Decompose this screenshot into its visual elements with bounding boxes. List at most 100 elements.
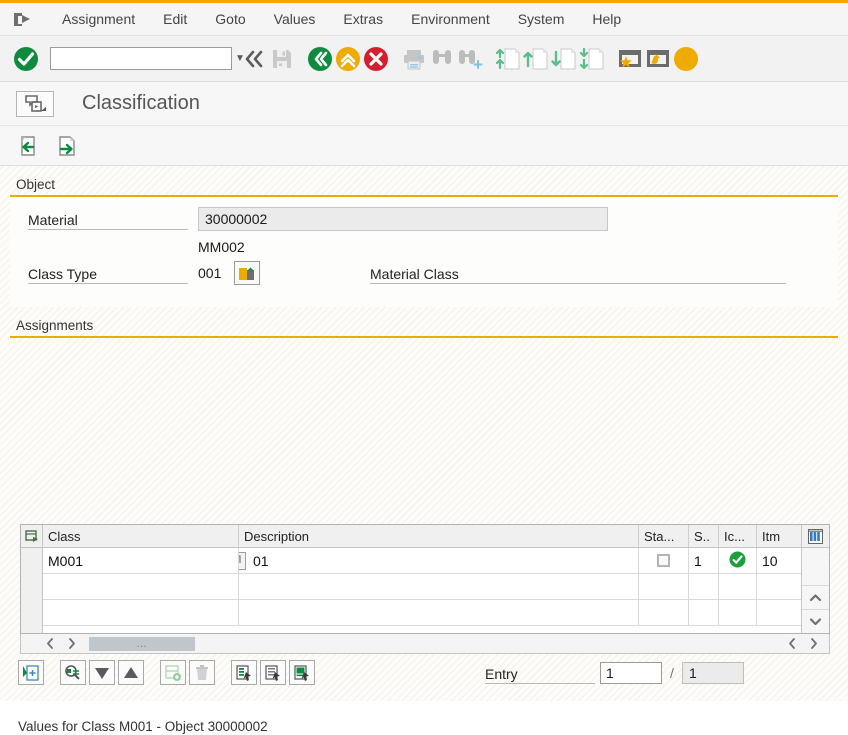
assignments-back-button[interactable] (14, 132, 44, 160)
exit-up-button[interactable] (334, 45, 362, 73)
description-overlay-icon[interactable] (239, 551, 246, 570)
scroll-down-icon[interactable] (802, 609, 829, 633)
cell-empty (757, 574, 801, 600)
status-checkbox[interactable] (657, 554, 670, 567)
menu-item-extras[interactable]: Extras (329, 3, 397, 36)
table-row-empty[interactable] (43, 574, 801, 600)
assign-values-button[interactable] (231, 660, 257, 685)
enter-check-button[interactable] (12, 45, 40, 73)
find-next-button[interactable] (456, 45, 484, 73)
class-type-value[interactable]: 001 (198, 265, 234, 281)
assignments-action-toolbar (18, 660, 315, 685)
class-details-button[interactable] (260, 660, 286, 685)
menu-item-help[interactable]: Help (578, 3, 635, 36)
assignments-group-title: Assignments (16, 318, 94, 333)
next-page-button[interactable] (550, 45, 578, 73)
menu-label: Extras (343, 10, 384, 27)
table-row-empty[interactable] (43, 600, 801, 626)
print-button[interactable] (400, 45, 428, 73)
column-header-itm[interactable]: Itm (757, 525, 801, 547)
menu-label: Values (273, 10, 316, 27)
cell-empty (43, 574, 239, 600)
command-field[interactable]: ▼ (50, 47, 245, 70)
back-double-chevron-button[interactable] (240, 45, 268, 73)
cell-empty (689, 600, 719, 626)
cell-description[interactable]: 01 (239, 548, 639, 574)
help-button[interactable] (672, 45, 700, 73)
assignments-vertical-scrollbar[interactable] (801, 525, 829, 633)
save-button[interactable] (268, 45, 296, 73)
scroll-left-end-icon[interactable] (781, 633, 803, 655)
values-forward-button[interactable] (52, 132, 82, 160)
menu-item-goto[interactable]: Goto (201, 3, 259, 36)
export-arrow-icon (10, 9, 36, 29)
assignments-group: Assignments (10, 313, 838, 338)
entry-current-value: 1 (606, 665, 614, 681)
previous-page-button[interactable] (522, 45, 550, 73)
cell-description-text: 01 (253, 552, 269, 569)
values-group: Values for Class M001 - Object 30000002 (10, 714, 838, 735)
cell-class[interactable]: M001 (43, 548, 239, 574)
entry-current-field[interactable]: 1 (600, 662, 662, 684)
menu-item-values[interactable]: Values (260, 3, 330, 36)
column-header-class[interactable]: Class (43, 525, 239, 547)
menu-label: Edit (163, 10, 188, 27)
new-entries-button[interactable] (18, 660, 44, 685)
material-description: MM002 (198, 239, 245, 255)
sort-ascending-button[interactable] (118, 660, 144, 685)
first-page-button[interactable] (494, 45, 522, 73)
assignments-grid: Class Description Sta... S.. Ic... Itm M… (20, 524, 830, 654)
menu-item-assignment[interactable]: Assignment (48, 3, 149, 36)
class-type-description: Material Class (370, 266, 459, 282)
last-page-button[interactable] (578, 45, 606, 73)
scroll-up-icon[interactable] (802, 585, 829, 609)
table-row[interactable]: M001 01 1 10 (43, 548, 801, 574)
grid-select-all-icon[interactable] (21, 525, 42, 548)
delete-row-button[interactable] (189, 660, 215, 685)
transaction-menu-icon[interactable] (16, 90, 54, 117)
menu-label: Help (592, 10, 622, 27)
command-input[interactable] (51, 49, 233, 68)
cell-status[interactable] (639, 548, 689, 574)
sort-descending-button[interactable] (89, 660, 115, 685)
cell-empty (689, 574, 719, 600)
scroll-right-icon[interactable] (61, 633, 83, 655)
cell-class-text: M001 (48, 552, 84, 569)
cell-itm[interactable]: 10 (757, 548, 801, 574)
horizontal-scroll-thumb[interactable]: … (89, 636, 195, 651)
cell-empty (719, 574, 757, 600)
column-header-description[interactable]: Description (239, 525, 639, 547)
find-class-button[interactable] (60, 660, 86, 685)
cell-s[interactable]: 1 (689, 548, 719, 574)
grid-config-icon[interactable] (802, 525, 829, 548)
menu-label: Goto (215, 10, 246, 27)
char-values-button[interactable] (289, 660, 315, 685)
menu-bar: Assignment Edit Goto Values Extras Envir… (0, 3, 848, 36)
assignments-horizontal-scrollbar[interactable]: … (20, 634, 830, 654)
scroll-right-end-icon[interactable] (803, 633, 825, 655)
create-shortcut-button[interactable] (644, 45, 672, 73)
cell-empty (757, 600, 801, 626)
column-header-status[interactable]: Sta... (639, 525, 689, 547)
menu-label: Environment (411, 10, 490, 27)
cell-empty (43, 600, 239, 626)
cell-ic[interactable] (719, 548, 757, 574)
screen-title-bar: Classification (0, 82, 848, 126)
column-header-ic[interactable]: Ic... (719, 525, 757, 547)
create-session-button[interactable] (616, 45, 644, 73)
assignments-header-row: Class Description Sta... S.. Ic... Itm (43, 525, 801, 548)
find-button[interactable] (428, 45, 456, 73)
menu-item-system[interactable]: System (504, 3, 579, 36)
assignments-group-rule (10, 336, 838, 338)
class-type-icon[interactable] (234, 261, 260, 285)
menu-item-environment[interactable]: Environment (397, 3, 504, 36)
scroll-left-icon[interactable] (39, 633, 61, 655)
entry-label: Entry (485, 666, 518, 682)
material-label: Material (28, 212, 78, 228)
back-green-button[interactable] (306, 45, 334, 73)
menu-item-edit[interactable]: Edit (149, 3, 201, 36)
insert-row-button[interactable] (160, 660, 186, 685)
column-header-s[interactable]: S.. (689, 525, 719, 547)
material-field[interactable]: 30000002 (198, 207, 608, 231)
cancel-button[interactable] (362, 45, 390, 73)
